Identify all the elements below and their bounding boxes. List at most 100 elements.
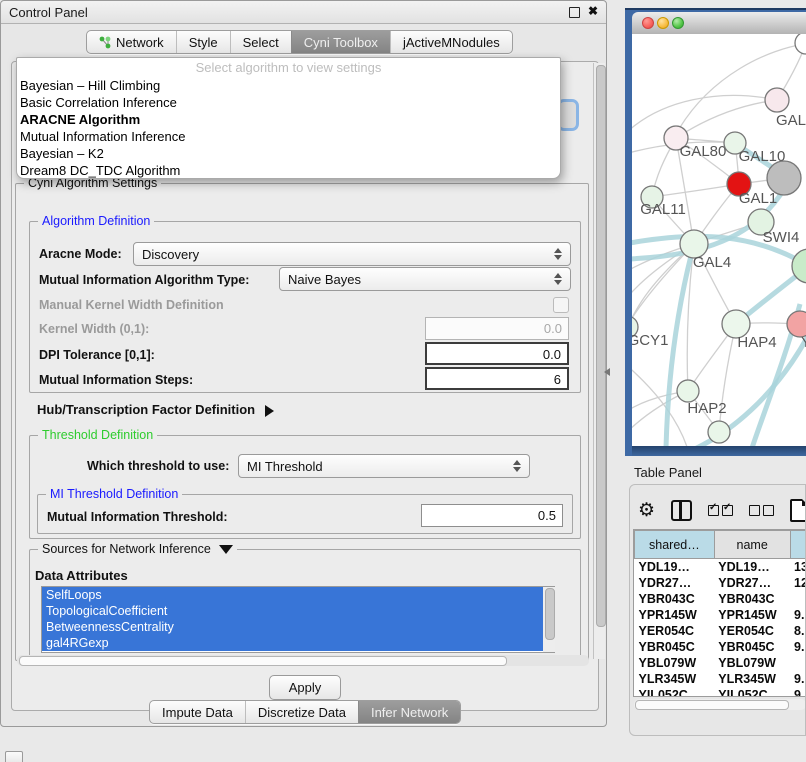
attribute-item[interactable]: gal4RGexp xyxy=(42,635,554,651)
zoom-traffic-icon[interactable] xyxy=(672,17,684,29)
table-cell: YIL052C xyxy=(635,687,715,697)
table-row[interactable]: YIL052CYIL052C9 xyxy=(635,687,806,697)
algorithm-dropdown-popup: Select algorithm to view settings Bayesi… xyxy=(16,57,561,179)
data-attributes-list[interactable]: SelfLoopsTopologicalCoefficientBetweenne… xyxy=(41,586,555,653)
tab-label: Infer Network xyxy=(371,705,448,720)
network-node[interactable] xyxy=(708,421,730,443)
table-row[interactable]: YPR145WYPR145W9. xyxy=(635,607,806,623)
table-cell: YPR145W xyxy=(714,607,790,623)
manual-kernel-checkbox[interactable] xyxy=(553,297,569,313)
tab-cyni-toolbox[interactable]: Cyni Toolbox xyxy=(291,31,390,53)
tab-impute-data[interactable]: Impute Data xyxy=(150,701,245,723)
network-icon xyxy=(99,36,112,49)
attribute-item[interactable]: SelfLoops xyxy=(42,587,554,603)
table-row[interactable]: YLR345WYLR345W9. xyxy=(635,671,806,687)
hub-definition-toggle[interactable]: Hub/Transcription Factor Definition xyxy=(37,402,274,417)
float-window-icon[interactable] xyxy=(569,7,580,18)
table-cell: 9. xyxy=(790,639,806,655)
settings-vertical-scrollbar[interactable] xyxy=(593,63,605,659)
dropdown-item-bayesian-hill-climbing[interactable]: Bayesian – Hill Climbing xyxy=(17,77,560,94)
hub-definition-label: Hub/Transcription Factor Definition xyxy=(37,402,255,417)
manual-kernel-label: Manual Kernel Width Definition xyxy=(39,298,224,312)
control-panel-title: Control Panel xyxy=(9,5,88,20)
table-row[interactable]: YDL19…YDL19…13 xyxy=(635,559,806,576)
tab-discretize-data[interactable]: Discretize Data xyxy=(245,701,358,723)
table-cell: 8. xyxy=(790,623,806,639)
attribute-item[interactable]: BetweennessCentrality xyxy=(42,619,554,635)
dropdown-item-dream8-dc-tdc-algorithm[interactable]: Dream8 DC_TDC Algorithm xyxy=(17,162,560,179)
table-cell: YDL19… xyxy=(635,559,715,576)
table-row[interactable]: YER054CYER054C8. xyxy=(635,623,806,639)
table-row[interactable]: YBL079WYBL079W xyxy=(635,655,806,671)
stepper-arrows-icon xyxy=(554,248,562,260)
column-header[interactable] xyxy=(790,531,806,559)
network-window-frame xyxy=(632,446,806,456)
network-edge xyxy=(632,95,777,134)
document-icon[interactable] xyxy=(790,499,806,522)
table-cell: YIL052C xyxy=(714,687,790,697)
network-node[interactable] xyxy=(795,34,806,54)
column-header[interactable]: name xyxy=(714,531,790,559)
table-row[interactable]: YBR043CYBR043C xyxy=(635,591,806,607)
columns-icon[interactable] xyxy=(671,500,692,521)
minimize-traffic-icon[interactable] xyxy=(657,17,669,29)
table-cell: YER054C xyxy=(714,623,790,639)
network-node-hap2[interactable] xyxy=(677,380,699,402)
table-cell: YDR27… xyxy=(714,575,790,591)
table-horizontal-scrollbar[interactable] xyxy=(634,699,806,710)
close-icon[interactable]: ✖ xyxy=(588,4,598,18)
table-row[interactable]: YDR27…YDR27…12 xyxy=(635,575,806,591)
network-node-gal[interactable] xyxy=(765,88,789,112)
dropdown-item-bayesian-k2[interactable]: Bayesian – K2 xyxy=(17,145,560,162)
mi-steps-label: Mutual Information Steps: xyxy=(39,373,193,387)
mi-steps-field[interactable]: 6 xyxy=(425,367,569,390)
attributes-vertical-scrollbar[interactable] xyxy=(543,587,555,652)
network-graph[interactable]: GALGAL80GAL10GAL1GAL11SWI4GAL4GCY1HAP4YH… xyxy=(632,34,806,446)
tab-jactivemnodules[interactable]: jActiveMNodules xyxy=(390,31,512,53)
table-cell: YLR345W xyxy=(714,671,790,687)
kernel-width-label: Kernel Width (0,1): xyxy=(39,322,149,336)
network-node[interactable] xyxy=(767,161,801,195)
close-traffic-icon[interactable] xyxy=(642,17,654,29)
table-cell: YBL079W xyxy=(635,655,715,671)
dpi-tolerance-field[interactable]: 0.0 xyxy=(425,342,569,365)
tab-infer-network[interactable]: Infer Network xyxy=(358,701,460,723)
network-node-label: GAL80 xyxy=(680,143,727,160)
sources-group-title[interactable]: Sources for Network Inference xyxy=(38,542,237,556)
mi-threshold-field[interactable]: 0.5 xyxy=(421,504,563,527)
apply-button[interactable]: Apply xyxy=(269,675,341,700)
tab-style[interactable]: Style xyxy=(176,31,230,53)
dropdown-item-aracne-algorithm[interactable]: ARACNE Algorithm xyxy=(17,111,560,128)
tab-label: Discretize Data xyxy=(258,705,346,720)
dropdown-item-basic-correlation-inference[interactable]: Basic Correlation Inference xyxy=(17,94,560,111)
tab-label: jActiveMNodules xyxy=(403,35,500,50)
gear-icon[interactable]: ⚙ xyxy=(638,501,655,521)
node-table[interactable]: shared…nameYDL19…YDL19…13YDR27…YDR27…12Y… xyxy=(633,529,806,697)
mi-threshold-group-title: MI Threshold Definition xyxy=(46,487,182,501)
mi-type-combo[interactable]: Naive Bayes xyxy=(279,267,571,291)
attributes-horizontal-scrollbar[interactable] xyxy=(17,655,589,666)
kernel-width-field[interactable]: 0.0 xyxy=(425,317,569,340)
tab-select[interactable]: Select xyxy=(230,31,291,53)
dropdown-item-mutual-information-inference[interactable]: Mutual Information Inference xyxy=(17,128,560,145)
column-header[interactable]: shared… xyxy=(635,531,715,559)
restore-panel-button[interactable] xyxy=(5,751,23,762)
tab-label: Select xyxy=(243,35,279,50)
deselect-all-icon[interactable] xyxy=(749,505,774,516)
network-node-label: Y xyxy=(801,334,806,351)
select-all-icon[interactable] xyxy=(708,505,733,516)
table-cell: YER054C xyxy=(635,623,715,639)
attribute-item[interactable]: TopologicalCoefficient xyxy=(42,603,554,619)
network-node-label: SWI4 xyxy=(763,229,800,246)
tab-label: Network xyxy=(116,35,164,50)
table-row[interactable]: YBR045CYBR045C9. xyxy=(635,639,806,655)
network-canvas[interactable]: GALGAL80GAL10GAL1GAL11SWI4GAL4GCY1HAP4YH… xyxy=(632,34,806,446)
network-node-label: HAP4 xyxy=(737,334,776,351)
aracne-mode-combo[interactable]: Discovery xyxy=(133,242,571,266)
network-edge xyxy=(632,364,688,446)
network-window-titlebar[interactable] xyxy=(632,12,806,35)
tab-network[interactable]: Network xyxy=(87,31,176,53)
splitter-arrow-icon[interactable] xyxy=(604,368,610,376)
which-threshold-combo[interactable]: MI Threshold xyxy=(238,454,530,478)
sources-title-text: Sources for Network Inference xyxy=(42,542,211,556)
